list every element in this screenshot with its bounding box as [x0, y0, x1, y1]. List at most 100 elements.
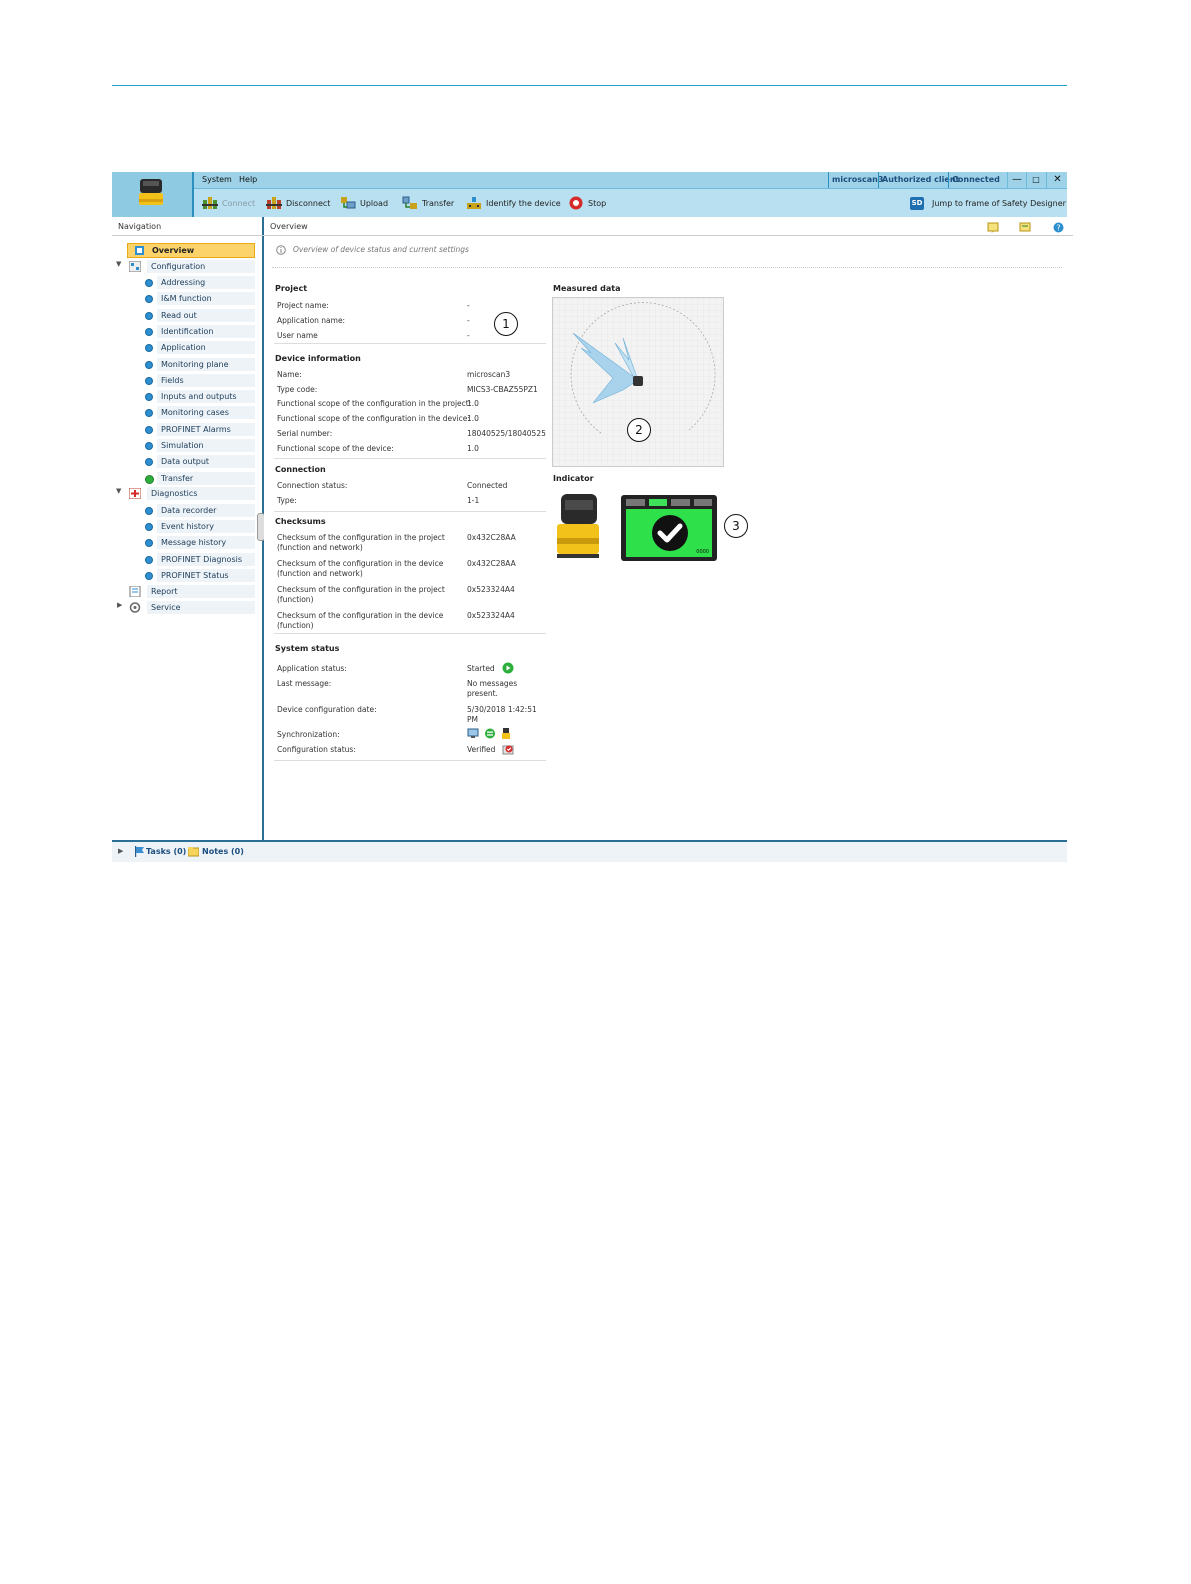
nav-subitem[interactable]: Monitoring plane — [145, 357, 255, 371]
section-divider — [274, 633, 546, 634]
nav-subitem[interactable]: Monitoring cases — [145, 406, 255, 420]
collapse-configuration-icon[interactable]: ▼ — [116, 260, 121, 268]
tasks-tab[interactable]: Tasks (0) — [146, 847, 186, 856]
field-label: Project name: — [277, 301, 329, 310]
callout-3: 3 — [724, 514, 748, 538]
field-label: User name — [277, 331, 318, 340]
nav-item-configuration[interactable]: Configuration — [129, 260, 255, 273]
nav-subitem[interactable]: Identification — [145, 324, 255, 338]
device-sync-icon — [502, 728, 510, 739]
nav-subitem[interactable]: Application — [145, 341, 255, 355]
connect-button[interactable]: Connect — [202, 194, 255, 212]
subtitle-divider — [272, 267, 1062, 268]
nav-subitem[interactable]: I&M function — [145, 292, 255, 306]
checksum-value: 0x523324A4 — [467, 585, 515, 594]
nav-subitem[interactable]: Transfer — [145, 471, 255, 485]
status-dot-icon — [145, 393, 153, 402]
nav-subitem-label: Addressing — [161, 278, 206, 287]
nav-subitem[interactable]: PROFINET Diagnosis — [145, 552, 255, 566]
nav-subitem-label: Event history — [161, 522, 214, 532]
stop-button[interactable]: Stop — [568, 194, 606, 212]
status-dot-icon — [145, 571, 153, 580]
nav-item-report[interactable]: Report — [129, 585, 255, 598]
field-value: 1.0 — [467, 399, 479, 409]
device-info-section-title: Device information — [275, 354, 361, 363]
disconnect-button[interactable]: Disconnect — [266, 194, 330, 212]
microscan3-device-image — [557, 494, 599, 558]
transfer-button[interactable]: Transfer — [402, 194, 454, 212]
last-message-value-line2: present. — [467, 689, 498, 698]
jump-to-safety-designer-button[interactable]: SD Jump to frame of Safety Designer — [910, 194, 1066, 212]
nav-subitem-label: Monitoring cases — [161, 408, 229, 418]
connection-section-title: Connection — [275, 465, 326, 474]
nav-subitem-label: Message history — [161, 538, 227, 548]
menu-help[interactable]: Help — [239, 175, 257, 184]
minimize-button[interactable]: — — [1007, 172, 1026, 188]
identify-device-icon — [467, 197, 481, 209]
nav-subitem[interactable]: Read out — [145, 308, 255, 322]
toolbar: Connect Disconnect Upload Transfer Ident… — [194, 189, 1067, 217]
indicator-leds — [626, 499, 712, 506]
nav-subitem-label: PROFINET Diagnosis — [161, 554, 242, 564]
configuration-date-label: Device configuration date: — [277, 705, 377, 714]
upload-button[interactable]: Upload — [340, 194, 388, 212]
nav-subitem-label: Data recorder — [161, 506, 217, 515]
collapse-diagnostics-icon[interactable]: ▼ — [116, 487, 121, 495]
diagnostics-icon — [129, 488, 141, 499]
configuration-date-value-line1: 5/30/2018 1:42:51 — [467, 705, 537, 714]
nav-item-service[interactable]: Service — [129, 601, 255, 614]
field-label: Connection status: — [277, 481, 348, 490]
page-subtitle: Overview of device status and current se… — [293, 245, 469, 254]
identify-device-button[interactable]: Identify the device — [466, 194, 561, 212]
microscan3-device-icon — [139, 179, 163, 205]
field-label: Type code: — [277, 384, 318, 394]
field-value: MICS3-CBAZ55PZ1 — [467, 384, 538, 394]
nav-subitem[interactable]: Event history — [145, 520, 255, 534]
nav-subitem[interactable]: Fields — [145, 373, 255, 387]
nav-item-diagnostics[interactable]: Diagnostics — [129, 487, 255, 500]
notes-tab[interactable]: Notes (0) — [202, 847, 244, 856]
menu-system[interactable]: System — [202, 175, 232, 184]
info-icon — [276, 245, 286, 255]
synchronization-label: Synchronization: — [277, 730, 340, 739]
tasks-note-icon[interactable] — [987, 222, 999, 233]
field-value: 1.0 — [467, 443, 479, 453]
section-divider — [274, 458, 546, 459]
status-dot-icon — [145, 295, 153, 304]
application-status-value: Started — [467, 664, 495, 673]
nav-subitem-label: Read out — [161, 310, 197, 320]
nav-subitem[interactable]: PROFINET Alarms — [145, 422, 255, 436]
nav-subitem[interactable]: Message history — [145, 536, 255, 550]
configuration-status-value: Verified — [467, 745, 496, 754]
field-value: - — [467, 331, 470, 340]
status-dot-icon — [145, 360, 153, 369]
field-label: Functional scope of the configuration in… — [277, 399, 472, 409]
verified-icon — [502, 745, 514, 755]
connect-icon — [202, 197, 218, 209]
notes-icon[interactable] — [1019, 222, 1031, 233]
close-button[interactable]: ✕ — [1046, 172, 1068, 188]
expand-service-icon[interactable]: ▶ — [117, 601, 122, 609]
field-value: 18040525/18040525 — [467, 428, 546, 438]
nav-subitem[interactable]: Data recorder — [145, 504, 255, 517]
maximize-button[interactable]: □ — [1026, 172, 1045, 188]
nav-subitem-label: I&M function — [161, 294, 212, 304]
nav-subitem[interactable]: PROFINET Status — [145, 568, 255, 582]
safety-designer-icon: SD — [910, 196, 924, 210]
expand-bottom-panel-icon[interactable]: ▶ — [118, 847, 123, 855]
checksum-label-line2: (function and network) — [277, 543, 363, 552]
field-label: Application name: — [277, 316, 346, 325]
nav-item-overview[interactable]: Overview — [127, 243, 255, 258]
help-icon[interactable]: ? — [1053, 222, 1064, 233]
navigation-header: Navigation — [112, 219, 268, 236]
nav-subitem[interactable]: Data output — [145, 455, 255, 469]
indicator-code: 0000 — [696, 549, 709, 555]
nav-subitem[interactable]: Addressing — [145, 276, 255, 289]
checksum-value: 0x432C28AA — [467, 533, 516, 542]
nav-subitem[interactable]: Simulation — [145, 439, 255, 452]
field-value: microscan3 — [467, 370, 511, 379]
indicator-title: Indicator — [553, 474, 594, 483]
bottom-panel-bar: ▶ Tasks (0) Notes (0) — [112, 840, 1067, 862]
checksum-value: 0x523324A4 — [467, 611, 515, 620]
nav-subitem[interactable]: Inputs and outputs — [145, 390, 255, 404]
